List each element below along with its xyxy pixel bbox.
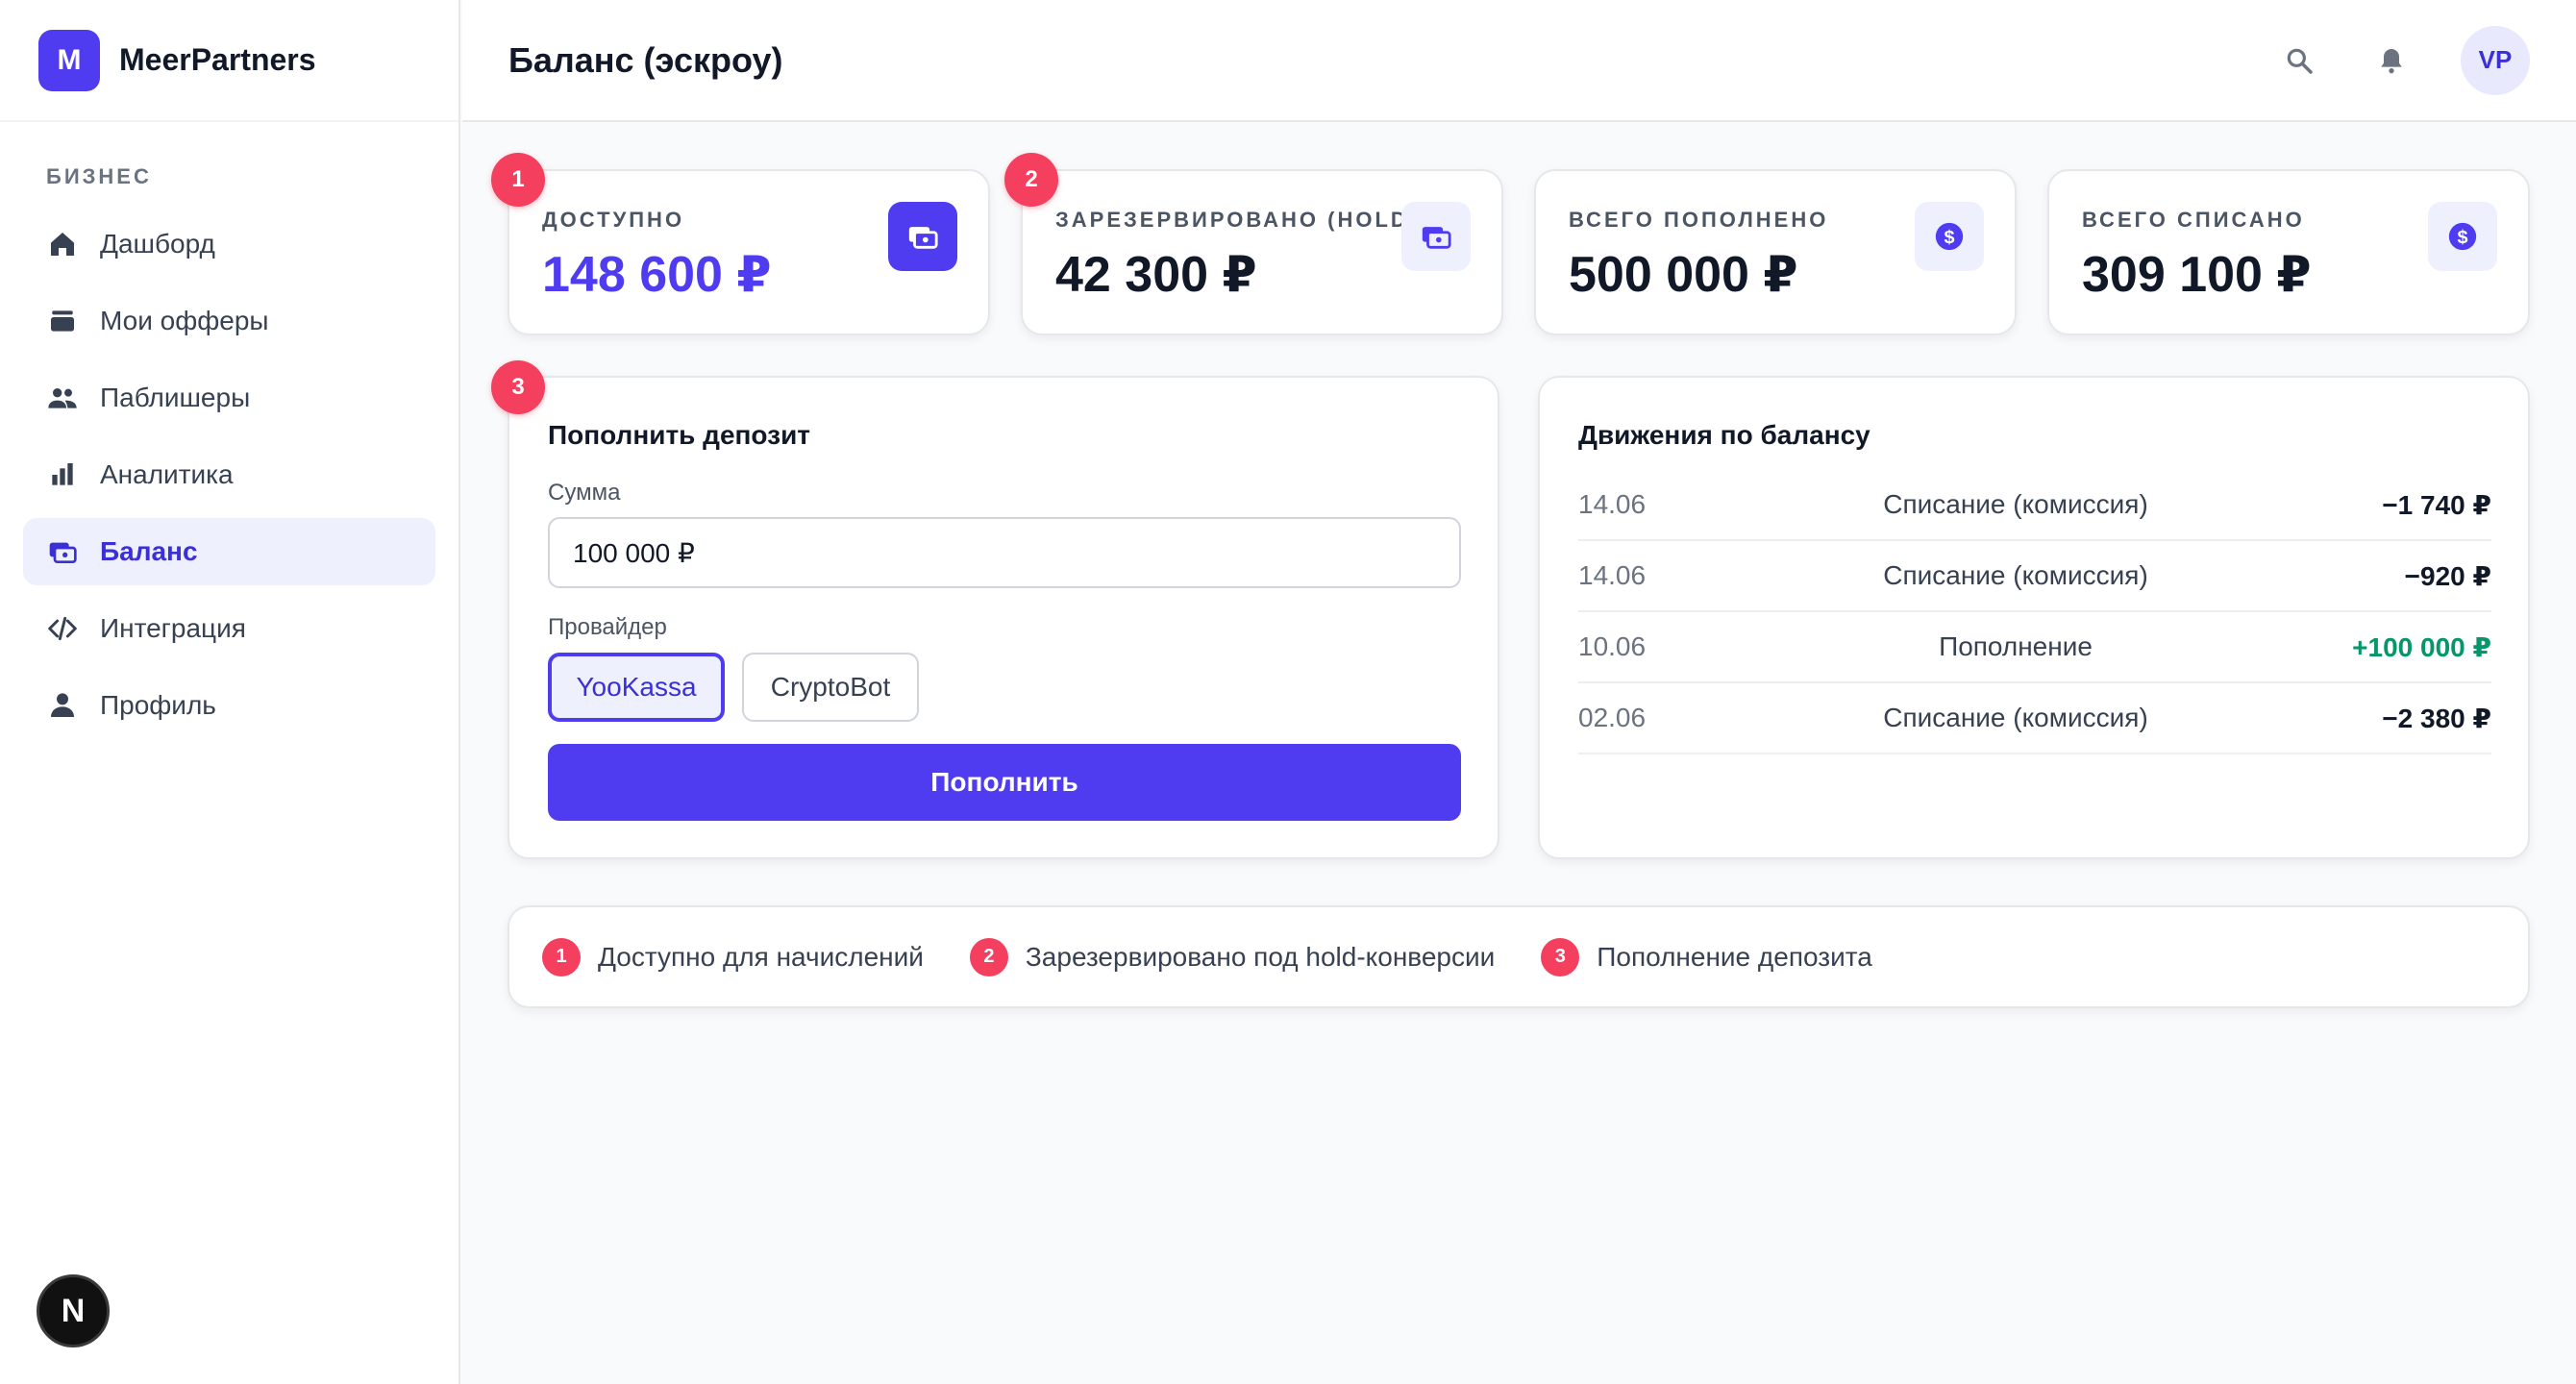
annotation-marker: 1 (491, 153, 545, 207)
wallet-icon (46, 535, 79, 568)
movement-amount: −2 380 ₽ (2382, 703, 2491, 733)
app: M MeerPartners БИЗНЕС Дашборд Мои офферы (0, 0, 2576, 1384)
legend-item: 2 Зарезервировано под hold-конверсии (969, 937, 1496, 976)
sidebar-item-label: Дашборд (100, 229, 215, 259)
top-header: Баланс (эскроу) VP (462, 0, 2576, 122)
provider-option-yookassa[interactable]: YooKassa (548, 653, 725, 722)
stat-label: Доступно (542, 208, 685, 232)
legend-text: Пополнение депозита (1597, 941, 1872, 972)
wallet-icon (888, 202, 957, 271)
search-icon[interactable] (2276, 37, 2322, 84)
stat-value: 42 300 ₽ (1055, 247, 1257, 303)
legend-item: 1 Доступно для начислений (542, 937, 924, 976)
stat-value: 148 600 ₽ (542, 247, 772, 303)
sidebar-item-label: Мои офферы (100, 306, 269, 335)
framework-badge[interactable]: N (37, 1274, 110, 1347)
table-row: 14.06 Списание (комиссия) −1 740 ₽ (1578, 470, 2491, 541)
stat-label: Зарезервировано (hold) (1055, 208, 1420, 232)
deposit-card: Пополнить депозит Сумма Провайдер YooKas… (508, 376, 1499, 859)
stat-card-total-spent: Всего списано 309 100 ₽ $ (2047, 169, 2530, 335)
legend-item: 3 Пополнение депозита (1541, 937, 1872, 976)
movement-description: Списание (комиссия) (1883, 560, 2148, 590)
movement-description: Пополнение (1939, 631, 2093, 661)
legend-marker: 3 (1541, 937, 1580, 976)
code-icon (46, 612, 79, 645)
sidebar-item-label: Аналитика (100, 459, 234, 489)
movement-date: 14.06 (1578, 489, 1647, 519)
sidebar-item-label: Интеграция (100, 613, 246, 643)
amount-label: Сумма (548, 480, 621, 506)
provider-option-cryptobot[interactable]: CryptoBot (742, 653, 919, 722)
users-icon (46, 382, 79, 414)
bar-chart-icon (46, 458, 79, 491)
brand-name: MeerPartners (119, 42, 316, 77)
legend-text: Зарезервировано под hold-конверсии (1025, 941, 1496, 972)
stat-label: Всего пополнено (1569, 208, 1829, 232)
legend-card: 1 Доступно для начислений 2 Зарезервиров… (508, 905, 2530, 1008)
movement-date: 14.06 (1578, 560, 1647, 590)
stat-value: 500 000 ₽ (1569, 247, 1798, 303)
svg-text:$: $ (2457, 227, 2467, 248)
movement-amount: −1 740 ₽ (2382, 489, 2491, 520)
stat-value: 309 100 ₽ (2082, 247, 2312, 303)
sidebar-item-balance[interactable]: Баланс (23, 518, 435, 585)
deposit-title: Пополнить депозит (548, 420, 810, 450)
stat-card-reserved: Зарезервировано (hold) 42 300 ₽ (1021, 169, 1503, 335)
table-row: 10.06 Пополнение +100 000 ₽ (1578, 612, 2491, 683)
movement-date: 10.06 (1578, 631, 1647, 661)
stat-card-available: Доступно 148 600 ₽ (508, 169, 990, 335)
page-title: Баланс (эскроу) (508, 39, 783, 80)
deposit-submit-button[interactable]: Пополнить (548, 744, 1461, 821)
legend-text: Доступно для начислений (598, 941, 924, 972)
legend-marker: 2 (969, 937, 1008, 976)
stack-icon (46, 305, 79, 337)
person-icon (46, 689, 79, 722)
sidebar-item-integration[interactable]: Интеграция (23, 595, 435, 662)
home-icon (46, 228, 79, 260)
brand-logo: M (38, 29, 100, 91)
brand[interactable]: M MeerPartners (0, 0, 458, 122)
annotation-marker: 2 (1004, 153, 1058, 207)
table-row: 14.06 Списание (комиссия) −920 ₽ (1578, 541, 2491, 612)
dollar-icon: $ (2428, 202, 2497, 271)
sidebar-item-label: Профиль (100, 690, 216, 720)
dollar-icon: $ (1915, 202, 1984, 271)
sidebar-item-analytics[interactable]: Аналитика (23, 441, 435, 508)
sidebar-nav: Дашборд Мои офферы Паблишеры Аналитика Б… (0, 210, 458, 739)
sidebar-item-label: Баланс (100, 536, 198, 566)
stat-card-total-deposited: Всего пополнено 500 000 ₽ $ (1534, 169, 2017, 335)
table-row: 02.06 Списание (комиссия) −2 380 ₽ (1578, 683, 2491, 754)
movement-amount: −920 ₽ (2404, 560, 2491, 591)
annotation-marker: 3 (491, 360, 545, 414)
movement-description: Списание (комиссия) (1883, 703, 2148, 732)
balance-movements-card: Движения по балансу 14.06 Списание (коми… (1538, 376, 2530, 859)
sidebar-item-label: Паблишеры (100, 383, 251, 412)
movement-amount: +100 000 ₽ (2352, 631, 2491, 662)
sidebar-item-offers[interactable]: Мои офферы (23, 287, 435, 355)
legend-marker: 1 (542, 937, 581, 976)
wallet-icon (1401, 202, 1471, 271)
sidebar-item-dashboard[interactable]: Дашборд (23, 210, 435, 278)
movement-description: Списание (комиссия) (1883, 489, 2148, 519)
provider-label: Провайдер (548, 614, 667, 640)
stat-label: Всего списано (2082, 208, 2305, 232)
svg-text:$: $ (1944, 227, 1954, 248)
header-actions: VP (2276, 25, 2530, 95)
sidebar-item-publishers[interactable]: Паблишеры (23, 364, 435, 432)
avatar[interactable]: VP (2461, 25, 2530, 95)
movements-title: Движения по балансу (1578, 420, 1870, 450)
movement-date: 02.06 (1578, 703, 1647, 732)
bell-icon[interactable] (2368, 37, 2415, 84)
sidebar: M MeerPartners БИЗНЕС Дашборд Мои офферы (0, 0, 460, 1384)
nav-section-label: БИЗНЕС (46, 164, 152, 188)
sidebar-item-profile[interactable]: Профиль (23, 672, 435, 739)
amount-input[interactable] (548, 517, 1461, 588)
